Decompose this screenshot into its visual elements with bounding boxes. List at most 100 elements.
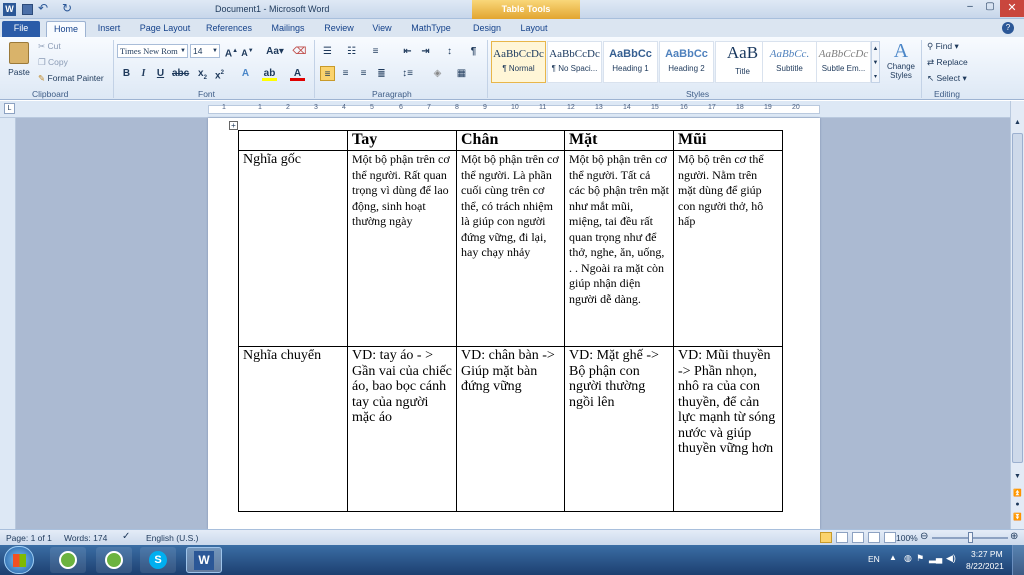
minimize-button[interactable]: – — [960, 1, 980, 17]
replace-button[interactable]: ⇄ Replace — [927, 57, 968, 68]
highlight-icon[interactable]: ab — [262, 66, 277, 81]
row-label[interactable]: Nghĩa chuyển — [238, 346, 348, 512]
vertical-scrollbar[interactable]: ▲ ▼ ⏫ ● ⏬ — [1010, 101, 1024, 529]
horizontal-ruler[interactable]: L 1 1 2 3 4 5 6 7 8 9 10 11 12 13 14 15 16 17 18 19 20 — [0, 101, 1024, 118]
taskbar-word-icon[interactable]: W — [186, 547, 222, 573]
font-color-icon[interactable]: A — [290, 66, 305, 81]
tab-view[interactable]: View — [366, 21, 398, 37]
outline-view-icon[interactable] — [868, 532, 880, 543]
table-header-cell[interactable]: Chân — [456, 130, 565, 151]
volume-icon[interactable]: ◀) — [946, 553, 956, 564]
styles-more-button[interactable]: ▲ ▼ ▾ — [871, 41, 880, 83]
tab-layout[interactable]: Layout — [514, 21, 554, 37]
start-button[interactable] — [4, 546, 34, 574]
taskbar-skype-icon[interactable]: S — [140, 547, 176, 573]
prev-page-icon[interactable]: ⏫ — [1012, 489, 1023, 500]
table-header-cell[interactable]: Tay — [347, 130, 457, 151]
tab-references[interactable]: References — [202, 21, 256, 37]
word-app-icon[interactable]: W — [3, 3, 16, 16]
table-cell[interactable]: VD: tay áo - > Gần vai của chiếc áo, bao… — [347, 346, 457, 512]
cut-button[interactable]: ✂ Cut — [38, 41, 61, 52]
tab-mailings[interactable]: Mailings — [264, 21, 312, 37]
table-cell[interactable]: VD: Mặt ghế -> Bộ phận con người thường … — [564, 346, 674, 512]
change-case-icon[interactable]: Aa▾ — [264, 44, 286, 59]
find-button[interactable]: ⚲ Find ▾ — [927, 41, 959, 52]
table-cell[interactable]: Mộ bộ trên cơ thể người. Nằm trên mặt dù… — [673, 150, 783, 347]
flag-icon[interactable]: ⚑ — [916, 553, 924, 564]
borders-icon[interactable]: ▦ — [454, 66, 469, 81]
vocabulary-table[interactable]: Tay Chân Mặt Mũi Nghĩa gốc Một bộ phận t… — [238, 130, 783, 512]
table-move-handle-icon[interactable]: + — [229, 121, 238, 130]
zoom-level[interactable]: 100% — [896, 533, 918, 543]
increase-indent-icon[interactable]: ⇥ — [418, 44, 433, 59]
table-header-cell[interactable]: Mặt — [564, 130, 674, 151]
table-cell[interactable]: VD: chân bàn -> Giúp mặt bàn đứng vững — [456, 346, 565, 512]
font-size-select[interactable]: 14 ▼ — [190, 44, 220, 58]
scroll-down-icon[interactable]: ▼ — [1012, 473, 1023, 484]
style-no-spacing[interactable]: AaBbCcDc ¶ No Spaci... — [547, 41, 602, 83]
superscript-icon[interactable]: x2 — [212, 66, 227, 81]
line-spacing-icon[interactable]: ↕≡ — [400, 66, 415, 81]
change-styles-button[interactable]: A Change Styles — [883, 40, 919, 86]
print-layout-view-icon[interactable] — [820, 532, 832, 543]
style-heading-1[interactable]: AaBbCc Heading 1 — [603, 41, 658, 83]
language-status[interactable]: English (U.S.) — [146, 533, 198, 543]
next-page-icon[interactable]: ⏬ — [1012, 513, 1023, 524]
shrink-font-icon[interactable]: A▼ — [240, 44, 255, 59]
italic-icon[interactable]: I — [136, 66, 151, 81]
copy-button[interactable]: ❐ Copy — [38, 57, 68, 68]
zoom-in-icon[interactable]: ⊕ — [1010, 531, 1018, 542]
tab-home[interactable]: Home — [46, 21, 86, 37]
strikethrough-icon[interactable]: abc — [172, 66, 189, 81]
network-icon[interactable]: ▂▄ — [929, 553, 942, 564]
close-button[interactable]: ✕ — [1000, 0, 1024, 17]
underline-icon[interactable]: U — [153, 66, 168, 81]
tab-mathtype[interactable]: MathType — [406, 21, 456, 37]
justify-icon[interactable]: ≣ — [374, 66, 389, 81]
show-marks-icon[interactable]: ¶ — [466, 44, 481, 59]
proofing-icon[interactable]: ✓ — [122, 531, 130, 542]
tab-insert[interactable]: Insert — [92, 21, 126, 37]
browse-object-icon[interactable]: ● — [1012, 501, 1023, 512]
maximize-button[interactable]: ▢ — [980, 1, 1000, 17]
zoom-slider-thumb[interactable] — [968, 532, 973, 543]
multilevel-list-icon[interactable]: ≡ — [368, 44, 383, 59]
show-desktop-button[interactable] — [1012, 545, 1024, 575]
tray-icon[interactable]: ◍ — [904, 553, 912, 564]
tab-file[interactable]: File — [2, 21, 40, 37]
taskbar-coccoc-icon[interactable] — [96, 547, 132, 573]
redo-icon[interactable]: ↻ — [62, 1, 72, 15]
zoom-out-icon[interactable]: ⊖ — [920, 531, 928, 542]
taskbar-coccoc-icon[interactable] — [50, 547, 86, 573]
font-name-select[interactable]: Times New Rom ▼ — [117, 44, 188, 58]
row-label[interactable]: Nghĩa gốc — [238, 150, 348, 347]
bullets-icon[interactable]: ☰ — [320, 44, 335, 59]
select-button[interactable]: ↖ Select ▾ — [927, 73, 967, 84]
clock-date[interactable]: 8/22/2021 — [966, 561, 1004, 571]
language-indicator[interactable]: EN — [868, 554, 880, 564]
table-cell[interactable]: Một bộ phận trên cơ thể người. Tất cả cá… — [564, 150, 674, 347]
clock-time[interactable]: 3:27 PM — [971, 549, 1003, 559]
save-icon[interactable] — [22, 4, 33, 15]
tab-review[interactable]: Review — [320, 21, 358, 37]
table-header-cell[interactable]: Mũi — [673, 130, 783, 151]
table-cell[interactable]: VD: Mũi thuyền -> Phần nhọn, nhô ra của … — [673, 346, 783, 512]
tab-page-layout[interactable]: Page Layout — [136, 21, 194, 37]
numbering-icon[interactable]: ☷ — [344, 44, 359, 59]
undo-icon[interactable]: ↶ — [38, 1, 48, 15]
format-painter-button[interactable]: ✎ Format Painter — [38, 73, 104, 84]
web-layout-view-icon[interactable] — [852, 532, 864, 543]
scroll-up-icon[interactable]: ▲ — [1012, 119, 1023, 130]
decrease-indent-icon[interactable]: ⇤ — [400, 44, 415, 59]
scroll-thumb[interactable] — [1012, 133, 1023, 463]
style-subtle-emphasis[interactable]: AaBbCcDc Subtle Em... — [816, 41, 871, 83]
draft-view-icon[interactable] — [884, 532, 896, 543]
show-hidden-icons-icon[interactable]: ▲ — [889, 553, 897, 562]
style-subtitle[interactable]: AaBbCc. Subtitle — [762, 41, 817, 83]
table-header-cell[interactable] — [238, 130, 348, 151]
bold-icon[interactable]: B — [119, 66, 134, 81]
align-left-icon[interactable]: ≡ — [320, 66, 335, 81]
style-normal[interactable]: AaBbCcDc ¶ Normal — [491, 41, 546, 83]
paste-button[interactable]: Paste — [6, 40, 32, 84]
grow-font-icon[interactable]: A▲ — [224, 44, 239, 59]
